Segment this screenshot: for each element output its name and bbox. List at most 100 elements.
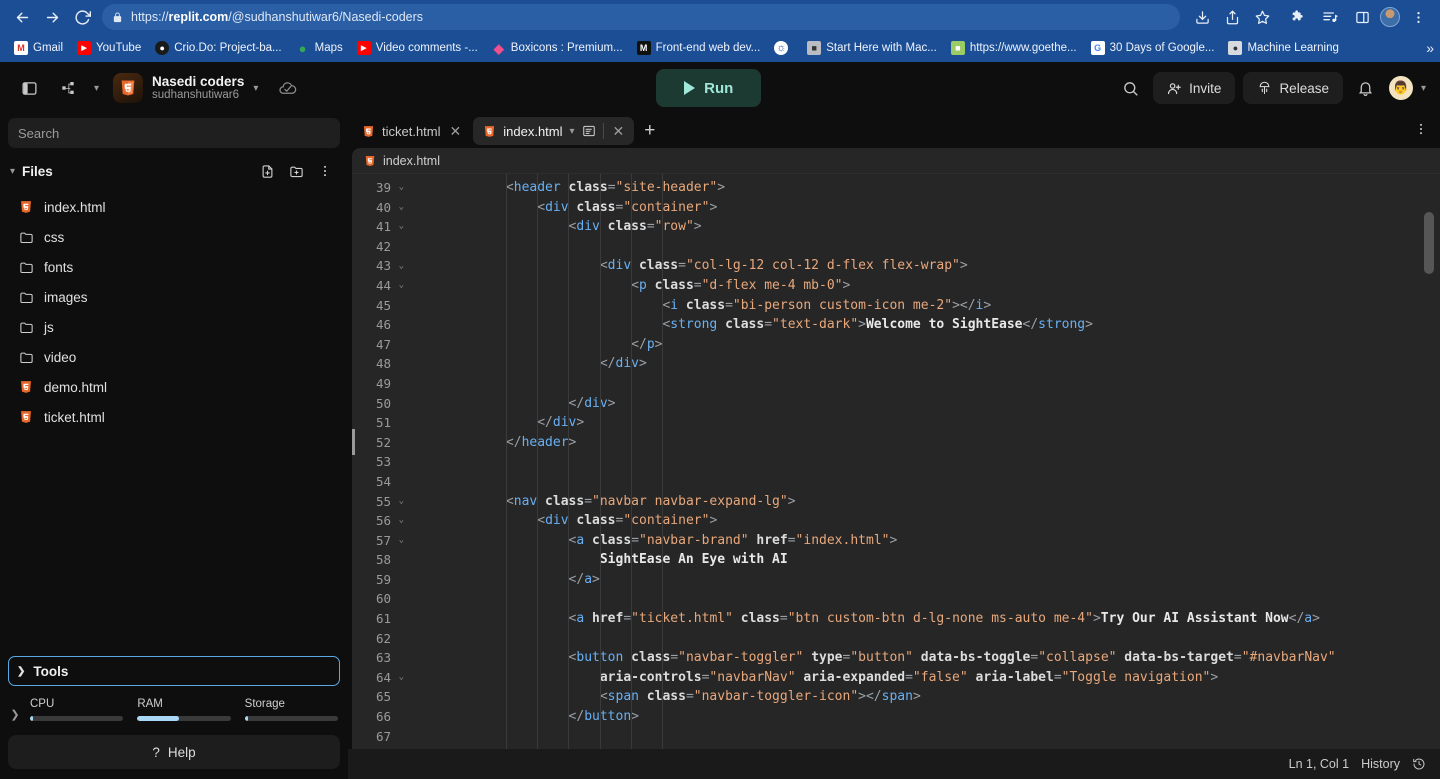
back-arrow-icon[interactable] xyxy=(8,3,36,31)
code-line[interactable]: <a class="navbar-brand" href="index.html… xyxy=(410,531,1440,551)
run-button[interactable]: Run xyxy=(656,69,762,107)
new-file-icon[interactable] xyxy=(256,160,278,182)
bookmark-item[interactable]: ● Machine Learning xyxy=(1222,38,1344,58)
bookmark-item[interactable]: ■ Start Here with Mac... xyxy=(801,38,943,58)
tab-ticket-html[interactable]: ticket.html ✕ xyxy=(352,117,471,145)
code-line[interactable]: aria-controls="navbarNav" aria-expanded=… xyxy=(410,668,1440,688)
code-line[interactable]: </p> xyxy=(410,335,1440,355)
bookmark-item[interactable]: ● Maps xyxy=(290,38,349,58)
file-row-images[interactable]: images xyxy=(8,282,340,312)
code-line[interactable]: <button class="navbar-toggler" type="but… xyxy=(410,648,1440,668)
bookmark-item[interactable]: M Gmail xyxy=(8,38,69,58)
code-line[interactable]: <nav class="navbar navbar-expand-lg"> xyxy=(410,492,1440,512)
release-button[interactable]: Release xyxy=(1243,72,1343,104)
code-line[interactable]: </div> xyxy=(410,394,1440,414)
fold-chevron-down-icon[interactable]: ⌄ xyxy=(395,261,404,271)
code-line[interactable]: <span class="navbar-toggler-icon"></span… xyxy=(410,687,1440,707)
workspace-chevron-down-icon[interactable]: ▾ xyxy=(94,83,99,94)
tools-button[interactable]: ❯ Tools xyxy=(8,656,340,686)
sidebar-search[interactable] xyxy=(8,118,340,148)
code-line[interactable] xyxy=(410,237,1440,257)
fold-chevron-down-icon[interactable]: ⌄ xyxy=(395,673,404,682)
bookmark-item[interactable]: ▶ YouTube xyxy=(71,38,147,58)
preview-pane-icon[interactable] xyxy=(582,124,596,138)
file-row-css[interactable]: css xyxy=(8,222,340,252)
code-line[interactable]: <div class="row"> xyxy=(410,217,1440,237)
bookmark-item[interactable]: ● Crio.Do: Project-ba... xyxy=(149,38,287,58)
file-row-js[interactable]: js xyxy=(8,312,340,342)
fold-chevron-down-icon[interactable]: ⌄ xyxy=(395,222,404,231)
bookmark-item[interactable]: G 30 Days of Google... xyxy=(1085,38,1221,58)
project-chevron-down-icon[interactable]: ▾ xyxy=(253,83,258,94)
bookmark-item[interactable]: ◆ Boxicons : Premium... xyxy=(486,38,629,58)
close-icon[interactable]: ✕ xyxy=(448,123,464,140)
code-line[interactable]: </div> xyxy=(410,354,1440,374)
fold-chevron-down-icon[interactable]: ⌄ xyxy=(395,516,404,525)
bookmarks-overflow-button[interactable]: » xyxy=(1426,40,1434,56)
code-line[interactable]: <div class="container"> xyxy=(410,198,1440,218)
code-line[interactable]: <i class="bi-person custom-icon me-2"></… xyxy=(410,296,1440,316)
forward-arrow-icon[interactable] xyxy=(38,3,66,31)
panel-toggle-icon[interactable] xyxy=(14,73,44,103)
file-row-video[interactable]: video xyxy=(8,342,340,372)
bookmark-item[interactable]: ☼ xyxy=(768,38,799,58)
new-tab-button[interactable]: + xyxy=(636,120,663,142)
resources-chevron-right-icon[interactable]: ❯ xyxy=(8,698,22,721)
code-area[interactable]: 39 ⌄ 40 ⌄ 41 ⌄ 42 43 ⌄ 44 ⌄ 45 46 47 48 49 50 51 52 53 54 55 ⌄… xyxy=(352,174,1440,749)
code-line[interactable] xyxy=(410,629,1440,649)
file-row-fonts[interactable]: fonts xyxy=(8,252,340,282)
code-line[interactable] xyxy=(410,472,1440,492)
file-row-index-html[interactable]: index.html xyxy=(8,192,340,222)
search-input[interactable] xyxy=(18,125,330,141)
code-line[interactable] xyxy=(410,727,1440,747)
bookmark-item[interactable]: M Front-end web dev... xyxy=(631,38,767,58)
files-kebab-menu-icon[interactable] xyxy=(314,160,336,182)
code-line[interactable]: </button> xyxy=(410,707,1440,727)
metric-storage[interactable]: Storage xyxy=(244,698,338,721)
bookmark-star-icon[interactable] xyxy=(1248,3,1276,31)
code-line[interactable] xyxy=(410,452,1440,472)
notification-bell-icon[interactable] xyxy=(1351,73,1381,103)
fold-chevron-down-icon[interactable]: ⌄ xyxy=(395,535,404,545)
install-icon[interactable] xyxy=(1188,3,1216,31)
code-line[interactable]: </a> xyxy=(410,570,1440,590)
fold-chevron-down-icon[interactable]: ⌄ xyxy=(395,496,404,506)
file-row-ticket-html[interactable]: ticket.html xyxy=(8,402,340,432)
share-icon[interactable] xyxy=(1218,3,1246,31)
code-line[interactable] xyxy=(410,374,1440,394)
code-line[interactable]: <div class="col-lg-12 col-12 d-flex flex… xyxy=(410,256,1440,276)
invite-button[interactable]: Invite xyxy=(1153,72,1236,104)
fold-chevron-down-icon[interactable]: ⌄ xyxy=(395,183,404,192)
user-menu-chevron-down-icon[interactable]: ▾ xyxy=(1421,83,1426,94)
extensions-puzzle-icon[interactable] xyxy=(1284,3,1312,31)
search-icon[interactable] xyxy=(1115,73,1145,103)
metric-cpu[interactable]: CPU xyxy=(30,698,124,721)
file-row-demo-html[interactable]: demo.html xyxy=(8,372,340,402)
code-line[interactable]: <header class="site-header"> xyxy=(410,178,1440,198)
fold-chevron-down-icon[interactable]: ⌄ xyxy=(395,281,404,290)
code-line[interactable]: SightEase An Eye with AI xyxy=(410,550,1440,570)
new-folder-icon[interactable] xyxy=(285,160,307,182)
tab-index-html[interactable]: index.html ▾ ✕ xyxy=(473,117,635,145)
code-line[interactable]: </div> xyxy=(410,413,1440,433)
reload-icon[interactable] xyxy=(68,3,96,31)
tab-chevron-down-icon[interactable]: ▾ xyxy=(570,126,575,137)
user-avatar[interactable]: 👨 xyxy=(1388,76,1413,100)
history-label[interactable]: History xyxy=(1361,757,1400,771)
metric-ram[interactable]: RAM xyxy=(137,698,231,721)
git-branch-icon[interactable] xyxy=(54,73,84,103)
code-line[interactable]: <div class="container"> xyxy=(410,511,1440,531)
help-button[interactable]: ? Help xyxy=(8,735,340,769)
bookmark-item[interactable]: ■ https://www.goethe... xyxy=(945,38,1083,58)
chrome-menu-kebab-icon[interactable] xyxy=(1404,3,1432,31)
bookmark-item[interactable]: ▶ Video comments -... xyxy=(351,38,484,58)
project-chip[interactable]: Nasedi coders sudhanshutiwar6 ▾ xyxy=(109,71,262,105)
code-line[interactable]: </header> xyxy=(410,433,1440,453)
side-panel-icon[interactable] xyxy=(1348,3,1376,31)
code-line[interactable]: <p class="d-flex me-4 mb-0"> xyxy=(410,276,1440,296)
code-line[interactable]: <a href="ticket.html" class="btn custom-… xyxy=(410,609,1440,629)
code-line[interactable] xyxy=(410,589,1440,609)
scrollbar-thumb[interactable] xyxy=(1424,212,1434,274)
close-icon[interactable]: ✕ xyxy=(611,123,627,140)
reading-list-icon[interactable] xyxy=(1316,3,1344,31)
